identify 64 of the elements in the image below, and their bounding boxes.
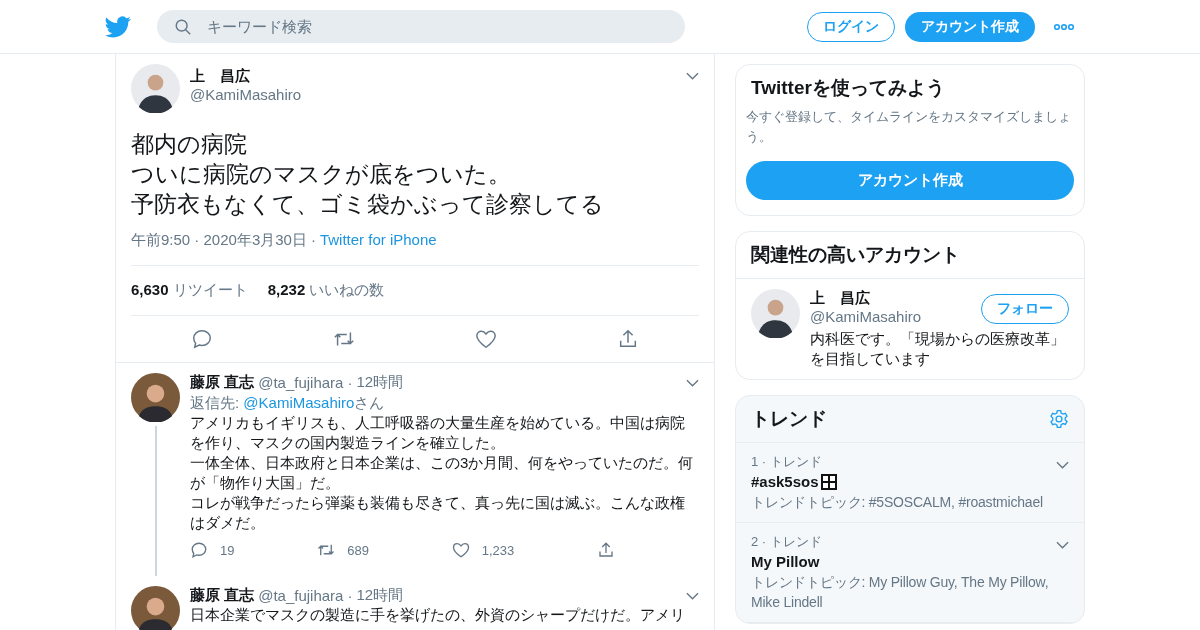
account-name[interactable]: 上 昌広: [810, 289, 981, 308]
trend-topics: トレンドトピック: #5SOSCALM, #roastmichael: [751, 493, 1044, 512]
separator-dot: ·: [347, 374, 353, 391]
trend-item[interactable]: 2 · トレンド My Pillow トレンドトピック: My Pillow Guy, The My Pillow, Mike Lindell: [736, 523, 1084, 623]
trend-rank: 2 · トレンド: [751, 533, 822, 551]
author-name[interactable]: 藤原 直志: [190, 373, 255, 392]
like-count[interactable]: 8,232 いいねの数: [267, 281, 385, 300]
tweet-timestamp[interactable]: 午前9:50 · 2020年3月30日: [131, 231, 307, 250]
trend-name: My Pillow: [751, 553, 820, 570]
mention-link[interactable]: @KamiMasahiro: [243, 394, 355, 411]
separator-dot: ·: [347, 587, 353, 604]
card-text: 今すぐ登録して、タイムラインをカスタマイズしましょう。: [746, 108, 1072, 146]
avatar[interactable]: [131, 64, 180, 113]
settings-icon[interactable]: [1049, 409, 1069, 429]
tweet-time[interactable]: 12時間: [356, 586, 404, 605]
follow-button[interactable]: フォロー: [981, 294, 1069, 324]
trend-topics: トレンドトピック: My Pillow Guy, The My Pillow, Mike Lindell: [751, 573, 1050, 612]
reply-to-text: 返信先: @KamiMasahiroさん: [190, 394, 386, 413]
bird-logo-icon[interactable]: [105, 13, 131, 40]
share-icon[interactable]: [596, 541, 615, 559]
avatar[interactable]: [131, 586, 180, 630]
chevron-icon[interactable]: [686, 591, 699, 600]
search-icon: [174, 18, 192, 36]
account-handle[interactable]: @KamiMasahiro: [810, 308, 981, 325]
search-field[interactable]: キーワード検索: [157, 10, 685, 43]
separator-dot: ·: [310, 231, 316, 250]
login-button[interactable]: ログイン: [807, 11, 895, 42]
chevron-icon[interactable]: [1056, 461, 1069, 469]
retweet-count[interactable]: 6,630 リツイート: [131, 281, 248, 300]
trend-name: #ask5sos: [751, 473, 819, 490]
signup-button[interactable]: アカウント作成: [746, 161, 1074, 200]
reply-icon[interactable]: [190, 541, 208, 559]
avatar[interactable]: [751, 289, 800, 338]
reply-count: 19: [220, 542, 235, 558]
author-name[interactable]: 上 昌広: [190, 67, 686, 86]
tweet-text: 都内の病院 ついに病院のマスクが底をついた。 予防衣もなくて、ゴミ袋かぶって診察してる: [131, 130, 605, 219]
like-count: 1,233: [481, 542, 515, 558]
share-icon[interactable]: [617, 328, 639, 350]
chevron-icon[interactable]: [1056, 541, 1069, 549]
retweet-count: 689: [347, 542, 369, 558]
trend-item[interactable]: 1 · トレンド #ask5sos トレンドトピック: #5SOSCALM, #roastmichael: [736, 443, 1084, 523]
account-bio: 内科医です。「現場からの医療改革」を目指しています: [810, 329, 1066, 369]
trend-rank: 1 · トレンド: [751, 453, 822, 471]
author-handle[interactable]: @KamiMasahiro: [190, 86, 686, 103]
reply-icon[interactable]: [191, 328, 213, 350]
card-title: トレンド: [750, 407, 828, 431]
card-title: 関連性の高いアカウント: [736, 232, 1084, 279]
tweet-text: 日本企業でマスクの製造に手を挙げたの、外資のシャープだけだ。アメリ: [190, 605, 686, 625]
more-icon[interactable]: [1053, 22, 1075, 31]
source-link[interactable]: Twitter for iPhone: [319, 231, 437, 250]
author-handle[interactable]: @ta_fujihara: [258, 374, 344, 391]
tweet-text: コレが戦争だったら弾薬も装備も尽きて、真っ先に国は滅ぶ。こんな政権はダメだ。: [190, 493, 686, 533]
tweet-text: 一体全体、日本政府と日本企業は、この3か月間、何をやっていたのだ。何が「物作り大国」だ。: [190, 453, 695, 493]
author-name[interactable]: 藤原 直志: [190, 586, 255, 605]
tweet-text: アメリカもイギリスも、人工呼吸器の大量生産を始めている。中国は病院を作り、マスクの国内製造ラインを確立した。: [190, 413, 686, 453]
chevron-icon[interactable]: [686, 378, 699, 387]
card-title: Twitterを使ってみよう: [750, 76, 946, 100]
chevron-icon[interactable]: [686, 72, 699, 80]
author-handle[interactable]: @ta_fujihara: [258, 587, 344, 604]
avatar[interactable]: [131, 373, 180, 422]
heart-icon[interactable]: [475, 328, 497, 350]
tweet-time[interactable]: 12時間: [356, 373, 404, 392]
signup-button[interactable]: アカウント作成: [905, 11, 1035, 42]
heart-icon[interactable]: [451, 541, 470, 559]
